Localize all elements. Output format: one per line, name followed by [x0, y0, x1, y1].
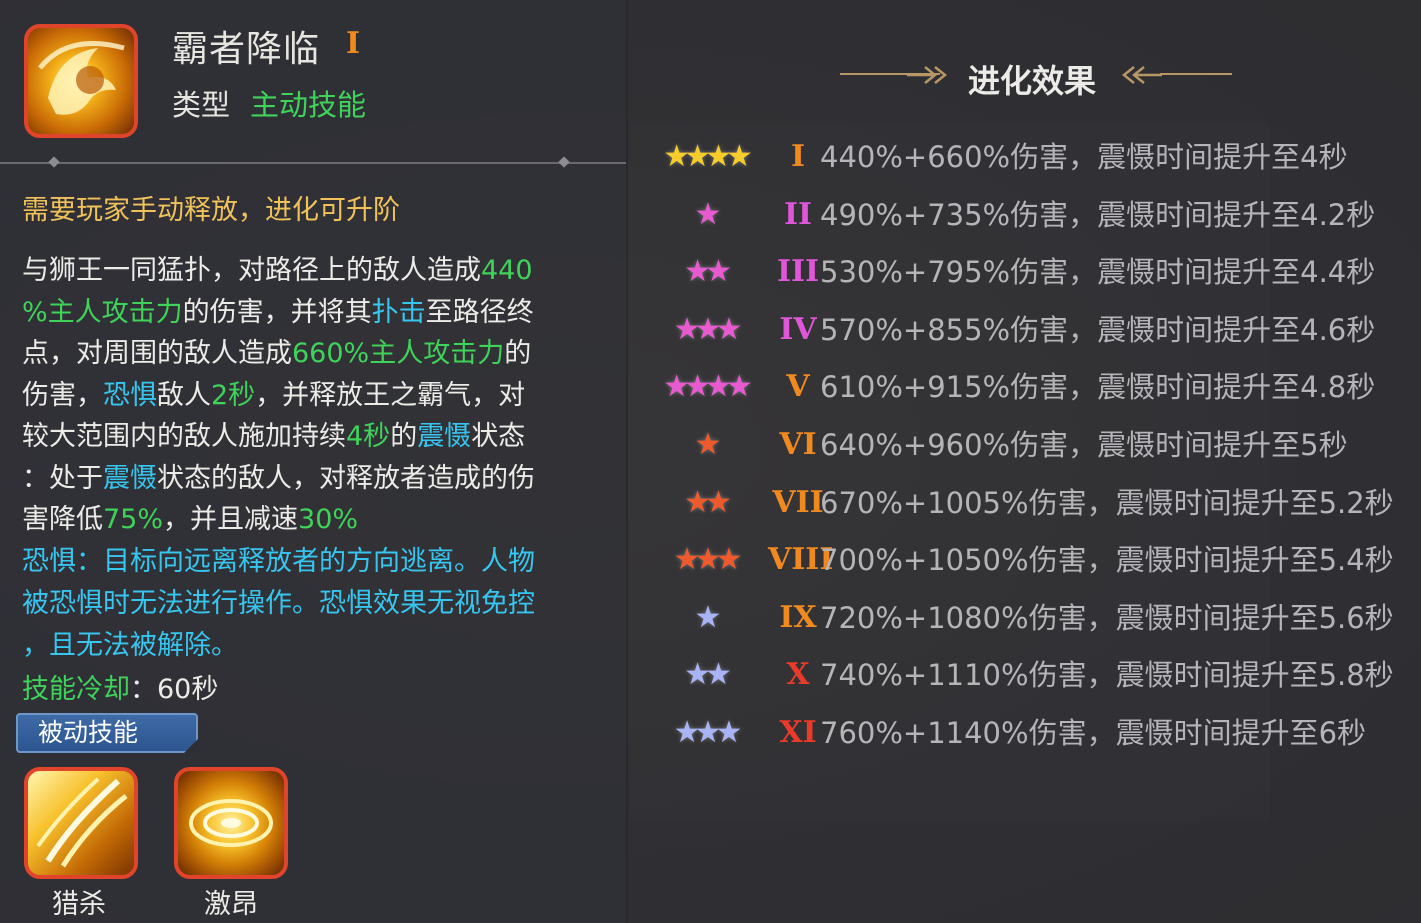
tier-effect: 490%+735%伤害，震慑时间提升至4.2秒 [820, 197, 1376, 232]
title-deco-right [1160, 73, 1232, 75]
tier-numeral: V [786, 369, 810, 405]
evolution-row: ★★★★ I 440%+660%伤害，震慑时间提升至4秒 [640, 135, 1420, 179]
skill-description: 与狮王一同猛扑，对路径上的敌人造成440 %主人攻击力的伤害，并将其扑击至路径终… [22, 250, 602, 541]
tier-numeral: XI [779, 715, 817, 750]
star-rating-icon: ★★★★ [663, 139, 753, 174]
tier-effect: 760%+1140%伤害，震慑时间提升至6秒 [820, 716, 1367, 750]
evolution-row: ★ IX 720%+1080%伤害，震慑时间提升至5.6秒 [640, 596, 1420, 640]
tier-effect: 440%+660%伤害，震慑时间提升至4秒 [820, 140, 1348, 174]
evolution-row: ★★★ IV 570%+855%伤害，震慑时间提升至4.6秒 [640, 308, 1420, 352]
evolution-title: 进化效果 [968, 62, 1097, 100]
star-rating-icon: ★★★★ [663, 369, 753, 405]
fear-line: 被恐惧时无法进行操作。恐惧效果无视免控 [22, 588, 535, 619]
tier-numeral: IV [779, 311, 817, 347]
desc-line: 与狮王一同猛扑，对路径上的敌人造成440 [22, 255, 533, 286]
tier-numeral: VII [772, 484, 824, 520]
tier-effect: 700%+1050%伤害，震慑时间提升至5.4秒 [820, 543, 1394, 578]
divider-diamond-right [558, 156, 570, 168]
arrow-left-icon [1122, 66, 1162, 84]
star-rating-icon: ★ [694, 196, 722, 232]
star-rating-icon: ★ [694, 427, 722, 462]
tier-numeral: I [790, 139, 806, 174]
evolution-row: ★★ VII 670%+1005%伤害，震慑时间提升至5.2秒 [640, 481, 1420, 525]
tier-numeral: VI [779, 427, 817, 462]
desc-line: 较大范围内的敌人施加持续4秒的震慑状态 [22, 421, 526, 452]
type-label: 类型 [172, 88, 231, 122]
desc-line: %主人攻击力的伤害，并将其扑击至路径终 [22, 296, 534, 328]
desc-line: 害降低75%，并且减速30% [22, 504, 359, 535]
tier-effect: 570%+855%伤害，震慑时间提升至4.6秒 [820, 312, 1376, 347]
tier-effect: 640%+960%伤害，震慑时间提升至5秒 [820, 428, 1348, 462]
star-rating-icon: ★★ [684, 484, 732, 520]
tier-effect: 670%+1005%伤害，震慑时间提升至5.2秒 [820, 485, 1394, 520]
evolution-row: ★★ III 530%+795%伤害，震慑时间提升至4.4秒 [640, 250, 1420, 294]
fear-line: ，且无法被解除。 [22, 630, 238, 661]
tier-effect: 530%+795%伤害，震慑时间提升至4.4秒 [820, 255, 1376, 290]
header-divider [0, 156, 626, 168]
skill-rank-numeral: I [346, 26, 361, 61]
evolution-row: ★★★★ V 610%+915%伤害，震慑时间提升至4.8秒 [640, 365, 1420, 409]
tier-numeral: IX [779, 599, 817, 635]
tier-effect: 720%+1080%伤害，震慑时间提升至5.6秒 [820, 600, 1394, 635]
tier-numeral: X [786, 657, 810, 693]
tier-effect: 610%+915%伤害，震慑时间提升至4.8秒 [820, 370, 1376, 405]
tier-numeral: II [783, 196, 813, 232]
star-rating-icon: ★★★ [673, 542, 743, 578]
evolution-row: ★★★ VIII 700%+1050%伤害，震慑时间提升至5.4秒 [640, 538, 1420, 582]
claw-slash-icon[interactable] [24, 767, 138, 879]
golden-swirl-icon[interactable] [174, 767, 288, 879]
skill-detail-panel: 霸者降临 I 类型 主动技能 需要玩家手动释放，进化可升阶 与狮王一同猛扑，对路… [0, 0, 628, 923]
evolution-row: ★★ X 740%+1110%伤害，震慑时间提升至5.8秒 [640, 653, 1420, 697]
fear-line: 恐惧：目标向远离释放者的方向逃离。人物 [22, 546, 535, 577]
passive-name-hunt: 猎杀 [52, 889, 106, 920]
passive-skills-tab[interactable]: 被动技能 [16, 713, 198, 753]
star-rating-icon: ★ [694, 599, 722, 635]
cooldown-text: 技能冷却：60秒 [22, 674, 219, 705]
star-rating-icon: ★★★ [673, 715, 743, 750]
star-rating-icon: ★★★ [673, 311, 743, 347]
passive-name-excite: 激昂 [204, 889, 258, 920]
divider-diamond-left [48, 156, 60, 168]
arrow-right-icon [907, 66, 947, 84]
skill-title: 霸者降临 [172, 29, 321, 70]
release-note: 需要玩家手动释放，进化可升阶 [22, 195, 400, 226]
desc-line: ：处于震慑状态的敌人，对释放者造成的伤 [22, 462, 535, 494]
type-value: 主动技能 [250, 88, 367, 122]
lion-golden-skill-icon[interactable] [24, 24, 138, 138]
fear-explanation: 恐惧：目标向远离释放者的方向逃离。人物 被恐惧时无法进行操作。恐惧效果无视免控 … [22, 541, 602, 667]
tier-numeral: VIII [768, 542, 834, 578]
tier-numeral: III [776, 254, 820, 290]
desc-line: 点，对周围的敌人造成660%主人攻击力的 [22, 338, 532, 369]
star-rating-icon: ★★ [684, 254, 732, 290]
evolution-row: ★ II 490%+735%伤害，震慑时间提升至4.2秒 [640, 193, 1420, 237]
evolution-row: ★ VI 640%+960%伤害，震慑时间提升至5秒 [640, 423, 1420, 467]
star-rating-icon: ★★ [684, 657, 732, 693]
tier-effect: 740%+1110%伤害，震慑时间提升至5.8秒 [820, 658, 1394, 693]
desc-line: 伤害，恐惧敌人2秒，并释放王之霸气，对 [22, 379, 526, 411]
evolution-row: ★★★ XI 760%+1140%伤害，震慑时间提升至6秒 [640, 711, 1420, 755]
